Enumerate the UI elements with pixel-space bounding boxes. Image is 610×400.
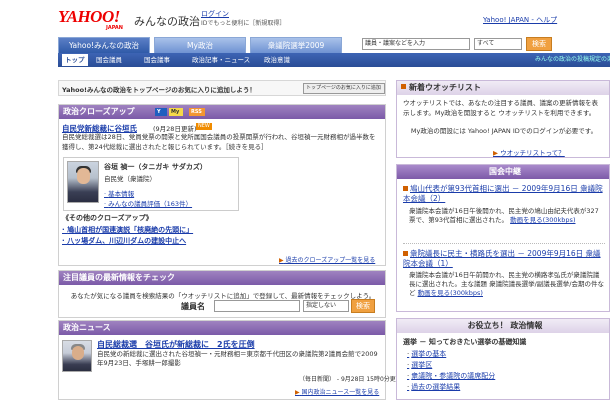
my-badge-icon[interactable]: My	[169, 108, 183, 116]
check-header: 注目議員の最新情報をチェック	[59, 271, 385, 285]
yahoo-logo[interactable]: YAHOO! JAPAN	[58, 8, 130, 32]
news-headline[interactable]: 自民総裁選 谷垣氏が新総裁に 2氏を圧倒	[97, 339, 255, 350]
useful-link[interactable]: · 選挙の基本	[407, 349, 446, 359]
tab-top[interactable]: Yahoo!みんなの政治	[58, 37, 150, 53]
square-bullet-icon	[401, 84, 406, 89]
watch-video-link[interactable]: 動画を見る(300kbps)	[418, 289, 483, 297]
person-card: 谷垣 禎一（タニガキ サダカズ） 自民党（衆議院） · 基本情報 · みんなの議…	[63, 157, 239, 211]
arrow-icon: ▶	[295, 389, 300, 396]
closeup-section: 政治クローズアップ Y My RSS 自民党新総裁に谷垣氏 (9月28日更新) …	[58, 104, 386, 266]
subnav-diet[interactable]: 国会議事	[144, 54, 170, 66]
logo-text: YAHOO!	[58, 7, 120, 26]
tab-bar: Yahoo!みんなの政治 My政治 衆議院選挙2009 議員・議案などを入力 す…	[58, 37, 610, 53]
closeup-title: 政治クローズアップ	[63, 107, 135, 116]
closeup-body: 自民党総裁選は28日、党員党票の開票と党所属国会議員の投票開票が行われ、谷垣禎一…	[62, 133, 376, 151]
news-header: 政治ニュース	[59, 321, 385, 335]
election-basics-title: 選挙 － 知っておきたい選挙の基礎知識	[403, 338, 527, 346]
other-closeup-item[interactable]: · 鳩山首相が国連演説「核廃絶の先頭に」	[62, 225, 193, 235]
favorites-notice: Yahoo!みんなの政治をトップページのお気に入りに追加しよう！ トップページの…	[58, 80, 386, 96]
news-source: （毎日新聞） - 9月28日 15時0分更新	[299, 376, 402, 383]
useful-link[interactable]: · 選挙区	[407, 360, 432, 370]
search-scope-select[interactable]: すべて	[474, 38, 522, 50]
subnav-members[interactable]: 国会議員	[96, 54, 122, 66]
person-name: 谷垣 禎一（タニガキ サダカズ）	[104, 163, 207, 171]
login-sub-text[interactable]: IDでもっと便利に［新規取得］	[201, 18, 285, 27]
member-rating-link[interactable]: · みんなの議員評価（163件）	[104, 198, 192, 208]
other-closeup-item[interactable]: · 八ッ場ダム、川辺川ダムの建設中止へ	[62, 236, 186, 246]
watchlist-help-link[interactable]: ▶ ウオッチリストって？	[493, 147, 565, 157]
search-input[interactable]: 議員・議案などを入力	[362, 38, 470, 50]
watchlist-box: 新着ウオッチリスト ウオッチリストでは、あなたの注目する議員、議案の更新情報を表…	[396, 80, 610, 158]
divider	[403, 243, 605, 244]
broadcast-item-title[interactable]: 衆院議長に民主・横路氏を選出 － 2009年9月16日 衆議院本会議（1）	[403, 249, 603, 269]
watchlist-text: ウオッチリストでは、あなたの注目する議員、議案の更新情報を表示します。My政治を…	[403, 99, 598, 117]
tab-election-2009[interactable]: 衆議院選挙2009	[250, 37, 342, 53]
play-icon	[403, 186, 408, 191]
subnav-news[interactable]: 政治記事・ニュース	[192, 54, 250, 66]
member-search-button[interactable]: 検索	[351, 299, 375, 313]
subnav-top[interactable]: トップ	[62, 54, 88, 66]
broadcast-item-title[interactable]: 鳩山代表が第93代首相に選出 － 2009年9月16日 衆議院本会議（2）	[403, 184, 603, 204]
check-description: あなたが気になる議員を検索結果の「ウオッチリストに追加」で登録して、最新情報をチ…	[70, 292, 376, 300]
arrow-icon: ▶	[279, 257, 284, 264]
watchlist-header: 新着ウオッチリスト	[397, 81, 609, 95]
diet-broadcast-header: 国会中継	[397, 165, 609, 179]
yahoo-badge-icon[interactable]: Y	[155, 108, 167, 116]
new-badge: NEW	[196, 123, 212, 130]
politician-photo[interactable]	[67, 161, 99, 203]
member-name-input[interactable]	[214, 300, 300, 312]
useful-info-box: お役立ち！ 政治情報 選挙 － 知っておきたい選挙の基礎知識 · 選挙の基本 · 選…	[396, 318, 610, 400]
member-check-section: 注目議員の最新情報をチェック あなたが気になる議員を検索結果の「ウオッチリストに…	[58, 270, 386, 318]
broadcast-item-body: 衆議院本会議が16日午前開かれ、民主党の横路孝弘氏が衆議院議長に選出された。主な…	[409, 271, 604, 297]
diet-broadcast-box: 国会中継 鳩山代表が第93代首相に選出 － 2009年9月16日 衆議院本会議（…	[396, 164, 610, 312]
closeup-archive-link[interactable]: ▶ 過去のクローズアップ一覧を見る	[279, 255, 375, 264]
news-archive-link[interactable]: ▶ 国内政治ニュース一覧を見る	[295, 387, 379, 396]
arrow-icon: ▶	[493, 149, 498, 157]
member-filter-select[interactable]: 指定しない	[303, 300, 349, 312]
closeup-header: 政治クローズアップ Y My RSS	[59, 105, 385, 119]
useful-link[interactable]: · 衆議院・参議院の議席配分	[407, 371, 495, 381]
play-icon	[403, 251, 408, 256]
person-party: 自民党（衆議院）	[104, 175, 156, 183]
news-photo[interactable]	[62, 340, 92, 372]
site-name: みんなの政治	[134, 15, 200, 28]
sub-navigation: トップ 国会議員 国会議事 政治記事・ニュース 政治意識 みんなの政治の投稿規定…	[58, 53, 610, 67]
useful-info-header: お役立ち！ 政治情報	[397, 319, 609, 333]
watch-video-link[interactable]: 動画を見る(300kbps)	[510, 216, 575, 224]
closeup-date: (9月28日更新)	[153, 125, 197, 133]
broadcast-item-body: 衆議院本会議が16日午後開かれ、民主党の鳩山由紀夫代表が327票で、第93代首相…	[409, 207, 599, 224]
top-links[interactable]: Yahoo! JAPAN - ヘルプ	[483, 15, 557, 25]
logo-sub: JAPAN	[106, 25, 123, 31]
add-favorite-button[interactable]: トップページのお気に入りに追加	[303, 83, 385, 94]
notice-text: Yahoo!みんなの政治をトップページのお気に入りに追加しよう！	[62, 86, 256, 94]
news-body: 自民党の新総裁に選出された谷垣禎一・元財務相＝東京都千代田区の衆議院第2議員会館…	[97, 350, 378, 367]
tab-my-seiji[interactable]: My政治	[154, 37, 246, 53]
politics-news-section: 政治ニュース 自民総裁選 谷垣氏が新総裁に 2氏を圧倒 自民党の新総裁に選出され…	[58, 320, 402, 400]
watchlist-login-text: My政治の開設には Yahoo! JAPAN IDでのログインが必要です。	[410, 127, 598, 135]
member-name-label: 議員名	[181, 302, 205, 311]
useful-link[interactable]: · 過去の選挙結果	[407, 382, 460, 392]
subnav-awareness[interactable]: 政治意識	[264, 54, 290, 66]
subnav-guide-link[interactable]: みんなの政治の投稿規定の楽しみ方	[535, 54, 610, 66]
search-button[interactable]: 検索	[526, 37, 552, 51]
rss-badge-icon[interactable]: RSS	[189, 108, 205, 116]
other-closeup-heading: 《その他のクローズアップ》	[62, 214, 153, 222]
basic-info-link[interactable]: · 基本情報	[104, 188, 134, 198]
